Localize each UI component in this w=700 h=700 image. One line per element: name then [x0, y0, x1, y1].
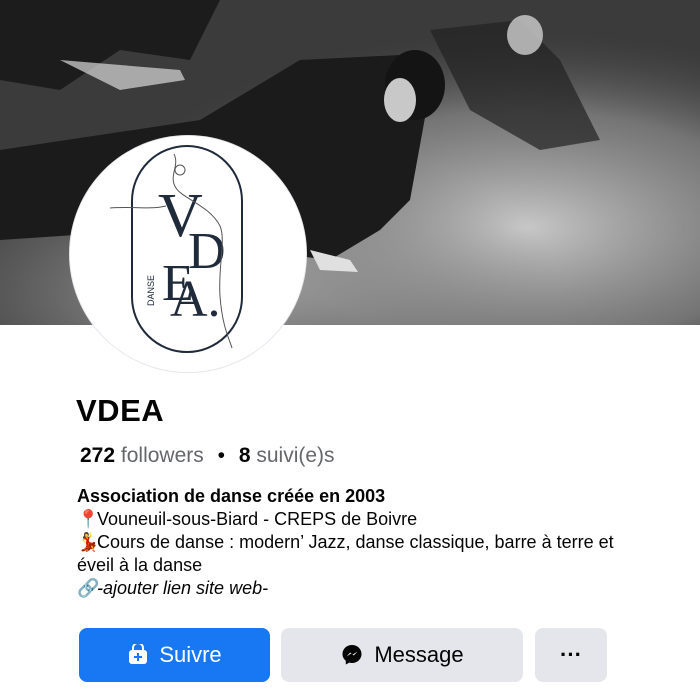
follow-plus-icon — [127, 644, 149, 666]
following-label[interactable]: suivi(e)s — [256, 444, 334, 467]
followers-count[interactable]: 272 — [80, 444, 115, 467]
following-count[interactable]: 8 — [239, 444, 251, 467]
vdea-logo: V D E A. DANSE — [70, 136, 306, 372]
bio-courses-text: Cours de danse : modern’ Jazz, danse cla… — [77, 532, 614, 575]
profile-picture[interactable]: V D E A. DANSE — [70, 136, 306, 372]
profile-stats: 272 followers • 8 suivi(e)s — [80, 444, 335, 468]
more-dots-icon: ··· — [560, 642, 582, 667]
followers-label[interactable]: followers — [121, 444, 204, 467]
svg-text:A.: A. — [170, 271, 221, 328]
follow-button[interactable]: Suivre — [79, 628, 270, 682]
pin-icon: 📍 — [77, 509, 100, 529]
page-bio: Association de danse créée en 2003 📍Voun… — [77, 485, 637, 600]
follow-button-label: Suivre — [159, 642, 222, 667]
bio-courses: 💃Cours de danse : modern’ Jazz, danse cl… — [77, 531, 637, 577]
stats-separator: • — [217, 444, 225, 467]
dancer-icon: 💃 — [77, 532, 100, 552]
message-button-label: Message — [374, 642, 464, 667]
bio-link: 🔗-ajouter lien site web- — [77, 577, 637, 600]
bio-link-text[interactable]: -ajouter lien site web- — [97, 578, 268, 598]
bio-location: 📍Vouneuil-sous-Biard - CREPS de Boivre — [77, 508, 637, 531]
bio-location-text: Vouneuil-sous-Biard - CREPS de Boivre — [97, 509, 418, 529]
page-title: VDEA — [76, 393, 165, 428]
bio-title: Association de danse créée en 2003 — [77, 486, 386, 506]
messenger-icon — [340, 643, 364, 667]
message-button[interactable]: Message — [281, 628, 523, 682]
more-options-button[interactable]: ··· — [535, 628, 607, 682]
link-icon: 🔗 — [77, 578, 100, 598]
svg-text:DANSE: DANSE — [146, 275, 156, 306]
